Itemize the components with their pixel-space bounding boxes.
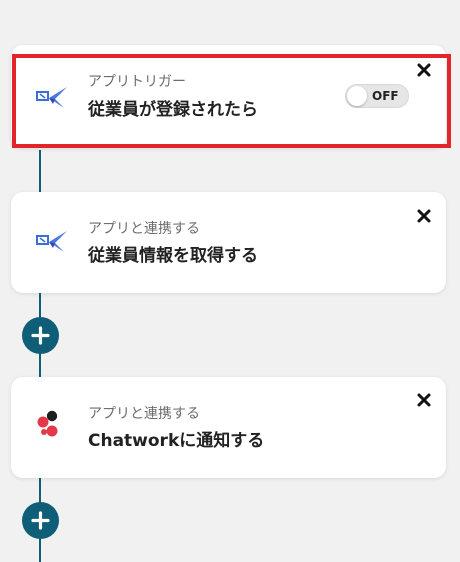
toggle-label: OFF xyxy=(372,89,399,103)
close-icon[interactable] xyxy=(416,208,432,224)
flow-canvas: アプリトリガー 従業員が登録されたら OFF アプリと連携する 従業員情報を取得… xyxy=(0,0,460,562)
toggle-knob xyxy=(347,86,367,106)
step-subtitle: アプリと連携する xyxy=(88,406,200,422)
step-subtitle: アプリトリガー xyxy=(88,74,186,90)
step-title[interactable]: 従業員が登録されたら xyxy=(88,95,258,120)
action-step-card[interactable]: アプリと連携する 従業員情報を取得する xyxy=(11,192,446,293)
plus-icon xyxy=(31,326,50,345)
paper-plane-app-icon xyxy=(36,87,67,108)
add-step-button[interactable] xyxy=(22,317,59,354)
trigger-step-card[interactable]: アプリトリガー 従業員が登録されたら OFF xyxy=(11,45,446,148)
chatwork-icon xyxy=(37,410,58,437)
step-subtitle: アプリと連携する xyxy=(88,221,200,237)
step-title[interactable]: 従業員情報を取得する xyxy=(88,241,258,266)
add-step-button[interactable] xyxy=(22,502,59,539)
close-icon[interactable] xyxy=(416,392,432,408)
plus-icon xyxy=(31,511,50,530)
paper-plane-app-icon xyxy=(36,231,67,252)
close-icon[interactable] xyxy=(416,62,432,78)
connector-line xyxy=(39,150,41,192)
trigger-toggle[interactable]: OFF xyxy=(345,84,409,108)
action-step-card[interactable]: アプリと連携する Chatworkに通知する xyxy=(11,377,446,478)
step-title[interactable]: Chatworkに通知する xyxy=(88,426,264,451)
